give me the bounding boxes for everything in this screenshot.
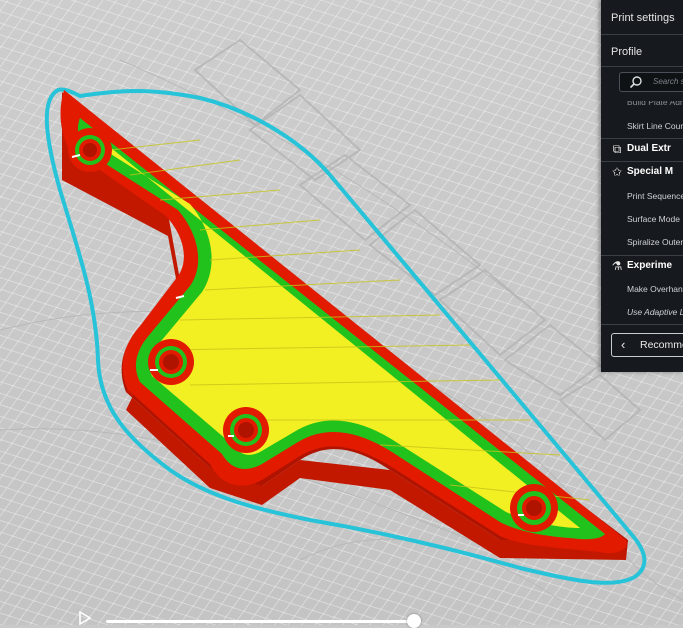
search-icon: [629, 76, 642, 89]
search-placeholder: Search s: [653, 77, 683, 86]
sliced-part-preview: [0, 38, 683, 601]
build-plate-viewport[interactable]: [0, 0, 683, 625]
layer-playback-bar: [78, 608, 438, 628]
category-dual-extrusion[interactable]: Dual Extr: [627, 143, 671, 154]
layer-slider-track[interactable]: [106, 620, 414, 623]
chevron-left-icon: ‹: [621, 337, 626, 352]
print-settings-panel: Print settings Profile Build Plate Adhe …: [601, 0, 683, 372]
panel-divider: [601, 255, 683, 256]
setting-make-overhang-printable[interactable]: Make Overhan: [627, 284, 683, 294]
setting-print-sequence[interactable]: Print Sequence: [627, 191, 683, 201]
panel-divider: [601, 66, 683, 67]
recommended-button[interactable]: ‹ Recomme: [611, 333, 683, 357]
setting-use-adaptive-layers[interactable]: Use Adaptive La: [627, 307, 683, 317]
setting-surface-mode[interactable]: Surface Mode: [627, 214, 680, 224]
hole-2: [148, 339, 194, 385]
play-icon[interactable]: [78, 611, 92, 625]
panel-title: Print settings: [611, 12, 675, 24]
recommended-button-label: Recomme: [640, 339, 683, 351]
category-experimental[interactable]: Experime: [627, 260, 672, 271]
hole-1: [68, 128, 112, 172]
settings-search-input[interactable]: Search s: [619, 72, 683, 92]
experimental-flask-icon: ⚗: [611, 259, 623, 273]
layer-slider-handle[interactable]: [407, 614, 421, 628]
panel-divider: [601, 138, 683, 139]
hole-3: [223, 407, 269, 453]
category-special-modes[interactable]: Special M: [627, 166, 673, 177]
panel-divider: [601, 161, 683, 162]
setting-spiralize-outer-contour[interactable]: Spiralize Outer: [627, 237, 683, 247]
special-modes-icon: ✩: [611, 165, 623, 179]
setting-build-plate-adhesion[interactable]: Build Plate Adhe: [627, 101, 683, 107]
hole-4: [510, 484, 558, 532]
profile-label: Profile: [611, 46, 643, 58]
setting-skirt-line-count[interactable]: Skirt Line Coun: [627, 121, 683, 131]
panel-divider: [601, 34, 683, 35]
dual-extrusion-icon: ⧉: [612, 142, 622, 156]
panel-divider: [601, 324, 683, 325]
